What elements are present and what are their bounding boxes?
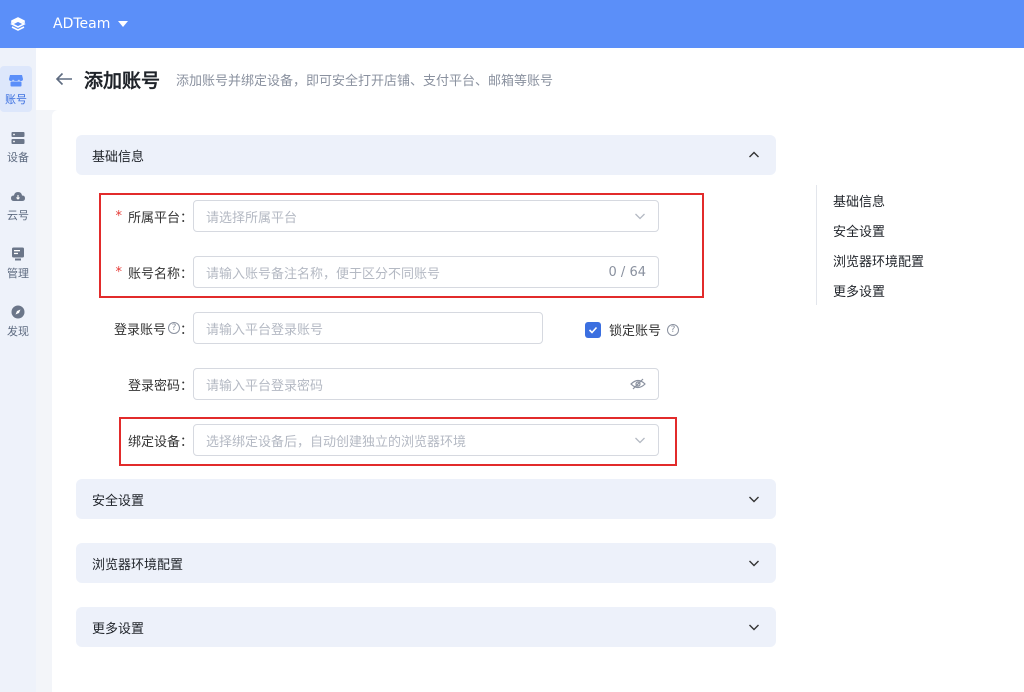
chevron-down-icon: [749, 560, 759, 567]
lock-account-label: 锁定账号: [609, 324, 662, 339]
shop-icon: [9, 74, 23, 86]
back-arrow-icon[interactable]: [54, 69, 74, 89]
help-icon[interactable]: ?: [167, 322, 180, 334]
anchor-basic-info[interactable]: 基础信息: [833, 185, 924, 215]
sidebar-item-accounts[interactable]: 账号: [0, 66, 32, 112]
section-more-settings[interactable]: 更多设置: [76, 607, 776, 647]
section-browser-env[interactable]: 浏览器环境配置: [76, 543, 776, 583]
help-icon[interactable]: ?: [667, 323, 680, 336]
section-title: 安全设置: [92, 493, 145, 509]
page-title: 添加账号: [84, 69, 161, 92]
team-switcher[interactable]: ADTeam: [53, 16, 129, 32]
section-title: 基础信息: [92, 149, 145, 165]
team-name: ADTeam: [53, 16, 111, 32]
sidebar-item-cloud[interactable]: 云号: [0, 182, 36, 228]
sidebar-item-devices[interactable]: 设备: [0, 124, 36, 170]
section-security[interactable]: 安全设置: [76, 479, 776, 519]
chevron-down-icon: [749, 496, 759, 503]
sidebar-item-label: 设备: [7, 150, 29, 164]
section-title: 浏览器环境配置: [92, 557, 184, 573]
chevron-down-icon: [749, 624, 759, 631]
anchor-security[interactable]: 安全设置: [833, 215, 924, 245]
login-account-label: 登录账号 ? ：: [113, 322, 193, 338]
lock-account-checkbox[interactable]: 锁定账号 ?: [585, 320, 680, 339]
sidebar-item-label: 发现: [7, 324, 29, 338]
anchor-more-settings[interactable]: 更多设置: [833, 275, 924, 305]
page-header: 添加账号 添加账号并绑定设备，即可安全打开店铺、支付平台、邮箱等账号: [36, 48, 1024, 110]
manage-icon: [12, 247, 24, 260]
main-area: 添加账号 添加账号并绑定设备，即可安全打开店铺、支付平台、邮箱等账号 基础信息 …: [36, 48, 1024, 692]
server-icon: [11, 131, 25, 144]
section-basic-info[interactable]: 基础信息: [76, 135, 776, 175]
caret-down-icon: [118, 21, 129, 27]
sidebar-item-discover[interactable]: 发现: [0, 298, 36, 344]
login-password-input[interactable]: 请输入平台登录密码: [193, 368, 659, 400]
login-password-label: 登录密码：: [127, 378, 193, 394]
anchor-nav: 基础信息 安全设置 浏览器环境配置 更多设置: [816, 185, 924, 305]
sidebar-item-label: 账号: [5, 92, 27, 106]
top-bar: ADTeam: [0, 0, 1024, 48]
sidebar-item-label: 云号: [7, 208, 29, 222]
highlight-box-bind-device: [119, 417, 677, 466]
anchor-browser-env[interactable]: 浏览器环境配置: [833, 245, 924, 275]
cloud-icon: [11, 191, 25, 201]
sidebar: 账号 设备 云号 管理 发现: [0, 48, 36, 692]
sidebar-item-manage[interactable]: 管理: [0, 240, 36, 286]
login-account-input[interactable]: 请输入平台登录账号: [193, 312, 543, 344]
compass-icon: [11, 305, 25, 318]
sidebar-item-label: 管理: [7, 266, 29, 280]
section-title: 更多设置: [92, 621, 145, 637]
page-subtitle: 添加账号并绑定设备，即可安全打开店铺、支付平台、邮箱等账号: [176, 73, 554, 89]
app-logo-icon[interactable]: [0, 0, 36, 48]
eye-off-icon[interactable]: [630, 378, 646, 390]
highlight-box-required-fields: [99, 193, 704, 298]
checkbox-checked-icon[interactable]: [585, 321, 601, 338]
chevron-up-icon: [749, 151, 759, 158]
